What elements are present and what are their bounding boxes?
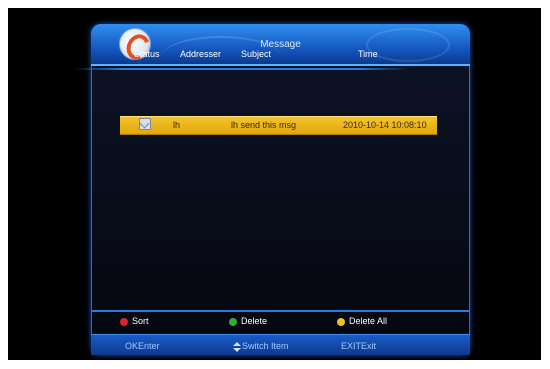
- ok-enter-hint[interactable]: OKEnter: [125, 341, 160, 351]
- ok-key: OK: [125, 341, 139, 351]
- delete-key-hint[interactable]: Delete: [229, 316, 267, 326]
- message-subject: lh send this msg: [231, 120, 297, 130]
- green-button-icon: [229, 317, 237, 326]
- nav-hint-bar: OKEnter Switch Item EXITExit: [91, 334, 470, 355]
- column-header-subject: Subject: [241, 49, 272, 59]
- switch-item-hint[interactable]: Switch Item: [233, 341, 289, 352]
- footer-divider: [91, 310, 470, 312]
- enter-label: Enter: [138, 341, 160, 351]
- exit-hint[interactable]: EXITExit: [341, 341, 376, 351]
- message-dialog: Message: [91, 24, 470, 355]
- red-button-icon: [120, 317, 128, 326]
- message-time: 2010-10-14 10:08:10: [343, 120, 427, 130]
- delete-all-key-hint[interactable]: Delete All: [337, 316, 387, 326]
- header-underline: [73, 68, 409, 70]
- delete-label: Delete: [241, 316, 268, 326]
- switch-item-label: Switch Item: [242, 341, 289, 351]
- exit-key: EXIT: [341, 341, 362, 351]
- title-bar: Message: [91, 24, 470, 66]
- envelope-icon: [139, 118, 151, 130]
- up-down-arrows-icon: [233, 341, 241, 352]
- column-header-status: Status: [134, 49, 160, 59]
- message-row[interactable]: lh lh send this msg 2010-10-14 10:08:10: [120, 116, 437, 135]
- yellow-button-icon: [337, 317, 345, 326]
- column-header-addresser: Addresser: [180, 49, 222, 59]
- exit-label: Exit: [361, 341, 377, 351]
- sort-label: Sort: [132, 316, 149, 326]
- delete-all-label: Delete All: [349, 316, 388, 326]
- sort-key-hint[interactable]: Sort: [120, 316, 149, 326]
- message-addresser: lh: [173, 120, 181, 130]
- column-header-time: Time: [358, 49, 378, 59]
